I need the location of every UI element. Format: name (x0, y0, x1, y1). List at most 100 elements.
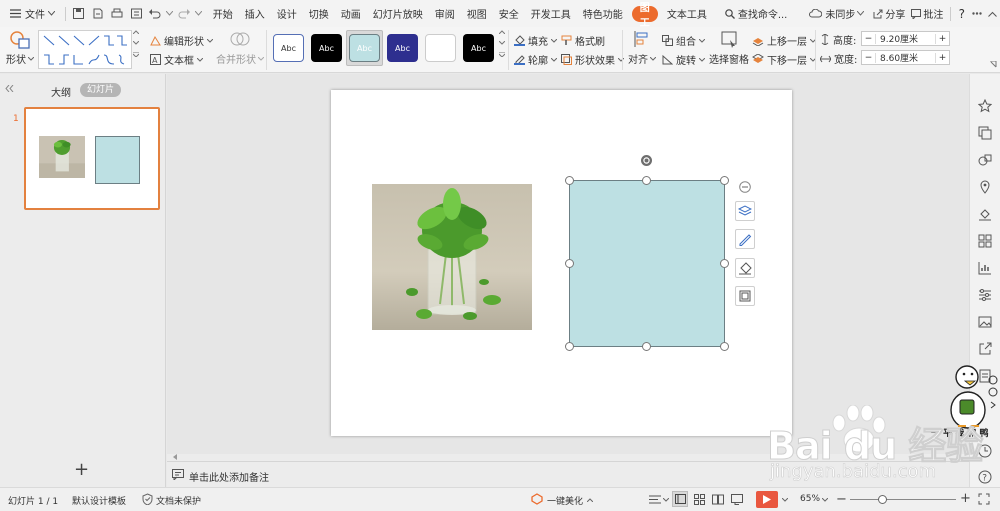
collapse-tools-icon[interactable] (739, 181, 751, 193)
tab-slides[interactable]: 幻灯片 (80, 83, 122, 97)
slide-thumbnail[interactable] (24, 107, 160, 210)
layers-tool-icon[interactable] (735, 201, 755, 221)
one-click-beautify[interactable]: 一键美化 (547, 494, 583, 507)
tab-home[interactable]: 开始 (207, 0, 239, 27)
shape-effects-button[interactable]: 形状效果 (561, 52, 624, 67)
slide-canvas[interactable] (331, 90, 792, 436)
grid-layout-icon[interactable] (978, 234, 992, 248)
dialog-launcher-icon[interactable] (990, 61, 997, 68)
external-link-icon[interactable] (978, 342, 992, 356)
normal-view-icon[interactable] (672, 491, 688, 507)
merge-shape-button[interactable]: 合并形状 (216, 30, 264, 66)
resize-handle-left[interactable] (565, 259, 574, 268)
height-input[interactable]: − 9.20厘米 + (861, 31, 950, 46)
resize-handle-bottom[interactable] (642, 342, 651, 351)
gallery-scroll[interactable] (133, 30, 139, 57)
align-button[interactable]: 对齐 (628, 30, 656, 66)
reading-view-icon[interactable] (712, 494, 724, 505)
selected-rectangle-shape[interactable] (569, 180, 725, 347)
shape-style-2[interactable]: Abc (311, 34, 342, 62)
format-painter-button[interactable]: 格式刷 (561, 33, 605, 48)
width-input[interactable]: − 8.60厘米 + (861, 50, 950, 65)
chevron-down-icon[interactable] (193, 0, 204, 27)
height-value[interactable]: 9.20厘米 (876, 32, 935, 45)
tab-insert[interactable]: 插入 (239, 0, 271, 27)
tab-view[interactable]: 视图 (461, 0, 493, 27)
chevron-up-icon[interactable] (587, 498, 593, 502)
shape-button[interactable]: 形状 (6, 30, 34, 66)
tab-slideshow[interactable]: 幻灯片放映 (367, 0, 429, 27)
notes-placeholder[interactable]: 单击此处添加备注 (189, 469, 269, 484)
shape-style-6[interactable]: Abc (463, 34, 494, 62)
line-shape-gallery[interactable] (38, 30, 132, 69)
more-options-icon[interactable] (969, 0, 985, 27)
zoom-slider[interactable] (850, 495, 956, 504)
notes-view-icon[interactable] (731, 494, 743, 505)
resize-handle-top-right[interactable] (720, 176, 729, 185)
file-menu[interactable]: 文件 (0, 0, 61, 27)
sliders-icon[interactable] (978, 288, 992, 302)
width-increment[interactable]: + (935, 52, 949, 63)
text-align-menu-icon[interactable] (649, 495, 661, 504)
shapes-panel-icon[interactable] (978, 153, 992, 167)
search-command[interactable]: 查找命令... (719, 0, 794, 27)
add-slide-button[interactable]: + (74, 461, 89, 479)
fit-window-icon[interactable] (978, 493, 990, 505)
share-button[interactable]: 分享 (870, 0, 908, 27)
send-backward-button[interactable]: 下移一层 (752, 52, 816, 67)
undo-icon[interactable] (146, 0, 164, 27)
tab-transition[interactable]: 切换 (303, 0, 335, 27)
resize-handle-top[interactable] (642, 176, 651, 185)
tab-developer[interactable]: 开发工具 (525, 0, 577, 27)
fill-button[interactable]: 填充 (514, 33, 557, 48)
outline-pen-tool-icon[interactable] (735, 229, 755, 249)
group-button[interactable]: 组合 (662, 33, 705, 48)
textbox-button[interactable]: A 文本框 (150, 52, 203, 67)
comment-button[interactable]: 批注 (908, 0, 946, 27)
fill-bucket-tool-icon[interactable] (735, 258, 755, 278)
tab-security[interactable]: 安全 (493, 0, 525, 27)
star-icon[interactable] (978, 99, 992, 113)
print-icon[interactable] (107, 0, 127, 27)
style-gallery-scroll[interactable] (499, 30, 505, 57)
shape-style-4[interactable]: Abc (387, 34, 418, 62)
rotate-handle-icon[interactable] (640, 154, 653, 167)
redo-icon[interactable] (175, 0, 193, 27)
chevron-down-icon[interactable] (164, 0, 175, 27)
bring-forward-button[interactable]: 上移一层 (752, 33, 816, 48)
image-panel-icon[interactable] (978, 315, 992, 329)
save-icon[interactable] (69, 0, 88, 27)
play-slideshow-button[interactable] (756, 491, 778, 508)
crop-frame-tool-icon[interactable] (735, 286, 755, 306)
sync-status[interactable]: 未同步 (803, 0, 870, 27)
rotate-button[interactable]: 旋转 (662, 52, 705, 67)
tab-review[interactable]: 审阅 (429, 0, 461, 27)
tab-outline[interactable]: 大纲 (51, 84, 71, 99)
print-preview-icon[interactable] (127, 0, 146, 27)
shape-style-3[interactable]: Abc (349, 34, 380, 62)
help-button[interactable]: ? (955, 0, 969, 27)
zoom-out-button[interactable]: − (836, 492, 847, 507)
chart-icon[interactable] (978, 261, 992, 275)
document-protection-status[interactable]: 文档未保护 (156, 494, 201, 507)
chevron-down-icon[interactable] (822, 498, 828, 502)
help-circle-icon[interactable]: ? (978, 470, 992, 484)
zoom-level[interactable]: 65% (800, 494, 820, 504)
selection-pane-button[interactable]: 选择窗格 (709, 30, 749, 66)
tab-features[interactable]: 特色功能 (577, 0, 629, 27)
resize-handle-bottom-right[interactable] (720, 342, 729, 351)
chevron-down-icon[interactable] (782, 498, 788, 502)
resize-handle-top-left[interactable] (565, 176, 574, 185)
paint-fill-icon[interactable] (978, 207, 992, 221)
tab-drawing-tools[interactable]: 绘图工具 (631, 3, 658, 44)
tab-design[interactable]: 设计 (271, 0, 303, 27)
outline-button[interactable]: 轮廓 (514, 52, 557, 67)
tab-animation[interactable]: 动画 (335, 0, 367, 27)
width-decrement[interactable]: − (862, 52, 876, 63)
location-pin-icon[interactable] (978, 180, 992, 194)
zoom-in-button[interactable]: + (960, 491, 971, 506)
resize-handle-bottom-left[interactable] (565, 342, 574, 351)
design-template[interactable]: 默认设计模板 (72, 494, 126, 507)
shape-style-5[interactable]: Abc (425, 34, 456, 62)
collapse-panel-icon[interactable] (5, 85, 14, 92)
